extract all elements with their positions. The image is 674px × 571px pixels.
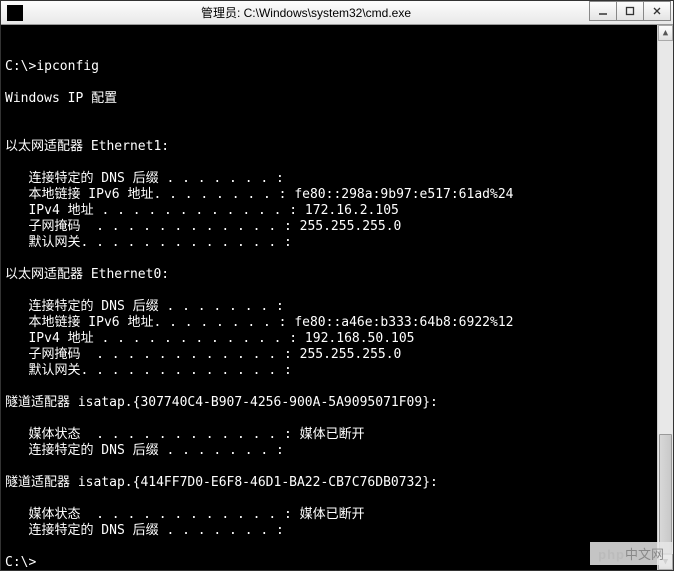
minimize-icon <box>598 6 608 16</box>
close-button[interactable] <box>643 1 671 21</box>
window-controls <box>590 1 671 21</box>
watermark-brand: php <box>598 547 625 562</box>
app-icon <box>7 5 23 21</box>
maximize-button[interactable] <box>616 1 644 21</box>
terminal-area[interactable]: C:\>ipconfig Windows IP 配置 以太网适配器 Ethern… <box>1 25 673 570</box>
maximize-icon <box>625 6 635 16</box>
watermark-suffix: 中文网 <box>625 547 664 562</box>
scroll-thumb[interactable] <box>659 434 672 554</box>
watermark: php中文网 <box>590 542 672 565</box>
cmd-window: 管理员: C:\Windows\system32\cmd.exe C:\>ipc… <box>0 0 674 571</box>
titlebar[interactable]: 管理员: C:\Windows\system32\cmd.exe <box>1 1 673 25</box>
minimize-button[interactable] <box>589 1 617 21</box>
close-icon <box>652 6 662 16</box>
window-title: 管理员: C:\Windows\system32\cmd.exe <box>29 4 673 21</box>
vertical-scrollbar[interactable]: ▲ ▼ <box>657 25 673 570</box>
terminal-output: C:\>ipconfig Windows IP 配置 以太网适配器 Ethern… <box>5 59 673 570</box>
scroll-track[interactable] <box>658 41 673 554</box>
scroll-up-arrow-icon[interactable]: ▲ <box>658 25 673 41</box>
